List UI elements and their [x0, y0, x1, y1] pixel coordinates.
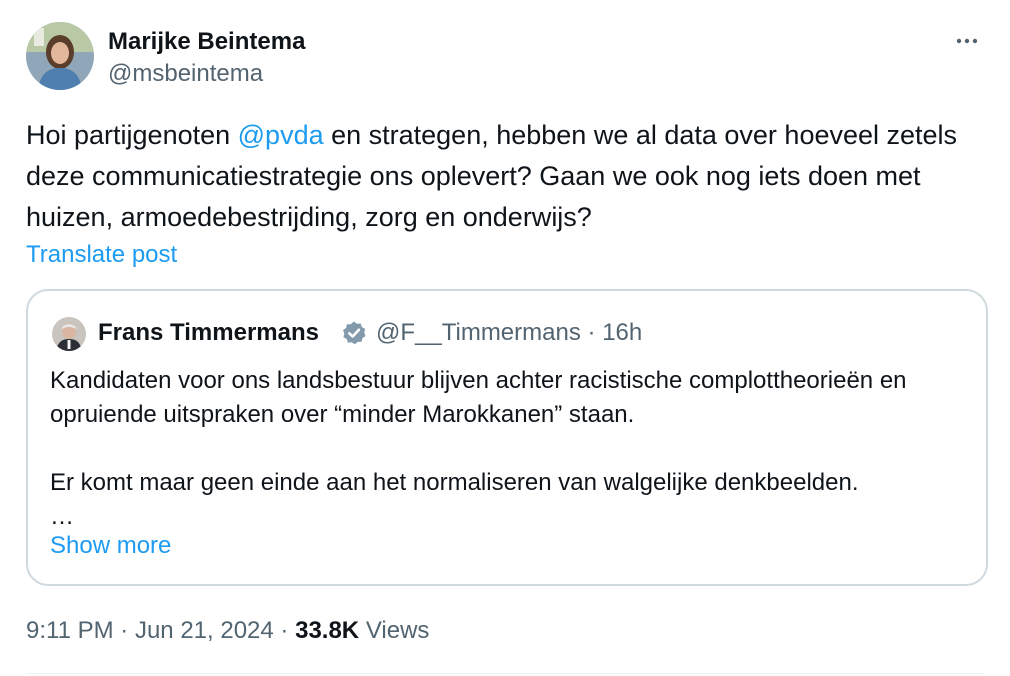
- quoted-author-avatar: [52, 317, 86, 351]
- quoted-meta: @F__Timmermans · 16h: [376, 318, 642, 348]
- tweet-text-part-1: Hoi partijgenoten: [26, 120, 238, 150]
- meta-separator-2: ·: [280, 617, 289, 644]
- divider: [26, 673, 984, 674]
- author-handle[interactable]: @msbeintema: [108, 59, 263, 89]
- more-horizontal-icon: [955, 25, 979, 51]
- post-date[interactable]: Jun 21, 2024: [135, 617, 274, 644]
- more-options-button[interactable]: [952, 26, 982, 50]
- quoted-separator: ·: [587, 319, 596, 346]
- views-label: Views: [365, 617, 430, 644]
- quoted-tweet-card[interactable]: Frans Timmermans @F__Timmermans · 16h Ka…: [26, 289, 988, 586]
- quoted-paragraph-1: Kandidaten voor ons landsbestuur blijven…: [50, 367, 907, 428]
- quoted-profile-photo-icon: [52, 317, 86, 351]
- show-more-link[interactable]: Show more: [50, 530, 171, 562]
- meta-separator-1: ·: [120, 617, 129, 644]
- views-count: 33.8K: [295, 617, 360, 644]
- tweet-text: Hoi partijgenoten @pvda en strategen, he…: [26, 115, 976, 238]
- quoted-handle: @F__Timmermans: [376, 319, 581, 346]
- author-display-name[interactable]: Marijke Beintema: [108, 27, 305, 57]
- quoted-text: Kandidaten voor ons landsbestuur blijven…: [50, 364, 970, 534]
- tweet-header: Marijke Beintema @msbeintema: [26, 22, 984, 92]
- mention-link[interactable]: @pvda: [238, 120, 324, 150]
- post-time[interactable]: 9:11 PM: [26, 617, 114, 644]
- quoted-display-name: Frans Timmermans: [98, 319, 319, 346]
- quoted-paragraph-2: Er komt maar geen einde aan het normalis…: [50, 469, 859, 496]
- verified-badge-icon: [341, 320, 367, 346]
- tweet-meta: 9:11 PM · Jun 21, 2024 · 33.8K Views: [26, 615, 429, 647]
- translate-post-link[interactable]: Translate post: [26, 239, 177, 271]
- quoted-time: 16h: [602, 319, 643, 346]
- quoted-ellipsis: …: [50, 503, 74, 530]
- profile-photo-icon: [26, 22, 94, 90]
- author-avatar[interactable]: [26, 22, 94, 90]
